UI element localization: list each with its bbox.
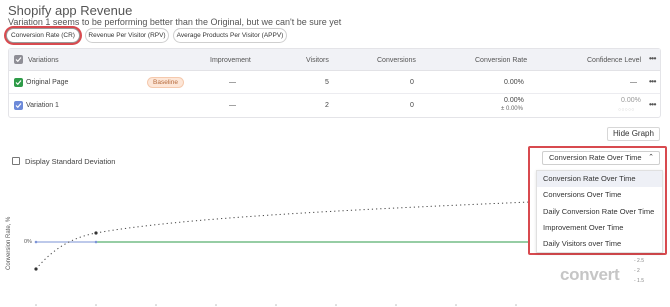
tab-average-products-per-visitor[interactable]: Average Products Per Visitor (APPV) [173,28,287,43]
conversions-value: 0 [410,79,414,86]
variations-table: Variations Improvement Visitors Conversi… [8,48,661,118]
y-zero-label: 0% [24,239,32,245]
improvement-value: — [229,79,236,86]
select-all-checkbox[interactable] [14,55,23,64]
page-subtitle: Variation 1 seems to be performing bette… [8,17,342,27]
trend-start-point [34,267,38,271]
right-axis-tick: - 1.5 [634,278,645,284]
confidence-value: 0.00% [621,97,641,104]
row-more-icon[interactable]: ••• [649,77,656,86]
table-header: Variations Improvement Visitors Conversi… [9,49,660,71]
menu-item-daily-visitors-over-time[interactable]: Daily Visitors over Time [537,236,662,252]
header-variations: Variations [28,57,59,64]
y-axis-label: Conversion Rate, % [6,216,12,270]
baseline-badge: Baseline [147,77,184,88]
convert-logo: convert [560,265,620,284]
table-row: Variation 1 — 2 0 0.00% ± 0.00% 0.00% ○○… [9,94,660,117]
page-title: Shopify app Revenue [8,3,133,18]
header-improvement: Improvement [210,57,251,64]
original-point [34,240,38,244]
graph-type-select[interactable]: Conversion Rate Over Time ⌃ [542,151,660,165]
row-checkbox[interactable] [14,101,23,110]
right-axis-tick: - 2 [634,268,640,274]
graph-type-menu: Conversion Rate Over Time Conversions Ov… [536,170,663,253]
trend-point [94,231,98,235]
header-visitors: Visitors [306,57,329,64]
row-checkbox[interactable] [14,78,23,87]
menu-item-improvement-over-time[interactable]: Improvement Over Time [537,220,662,236]
variation-name: Original Page [26,79,69,86]
chevron-up-icon: ⌃ [648,154,654,161]
confidence-value: — [630,79,637,86]
header-conversions: Conversions [377,57,416,64]
original-point [94,240,98,244]
right-axis-tick: - 2.5 [634,258,645,264]
conversion-rate-margin: ± 0.00% [501,106,523,112]
header-confidence-level: Confidence Level [587,57,642,64]
hide-graph-button[interactable]: Hide Graph [607,127,660,141]
conversion-rate-value: 0.00% [504,79,524,86]
improvement-value: — [229,102,236,109]
row-more-icon[interactable]: ••• [649,100,656,109]
header-conversion-rate: Conversion Rate [475,57,528,64]
menu-item-conversion-rate-over-time[interactable]: Conversion Rate Over Time [537,171,662,187]
menu-item-daily-conversion-rate-over-time[interactable]: Daily Conversion Rate Over Time [537,204,662,220]
visitors-value: 5 [325,79,329,86]
visitors-value: 2 [325,102,329,109]
std-dev-checkbox[interactable] [12,157,20,165]
std-dev-label: Display Standard Deviation [25,157,116,166]
conversions-value: 0 [410,102,414,109]
graph-type-selected: Conversion Rate Over Time [549,153,642,162]
variation-trend-line [35,201,531,270]
conversion-rate-value: 0.00% [504,97,524,104]
confidence-stars: ○○○○○ [618,107,635,113]
menu-item-conversions-over-time[interactable]: Conversions Over Time [537,187,662,203]
header-more-icon[interactable]: ••• [649,54,656,63]
x-axis-ticks [35,304,517,306]
tab-conversion-rate[interactable]: Conversion Rate (CR) [6,28,80,43]
table-row: Original Page Baseline — 5 0 0.00% — ••• [9,71,660,94]
variation-name: Variation 1 [26,102,59,109]
tab-revenue-per-visitor[interactable]: Revenue Per Visitor (RPV) [85,28,169,43]
